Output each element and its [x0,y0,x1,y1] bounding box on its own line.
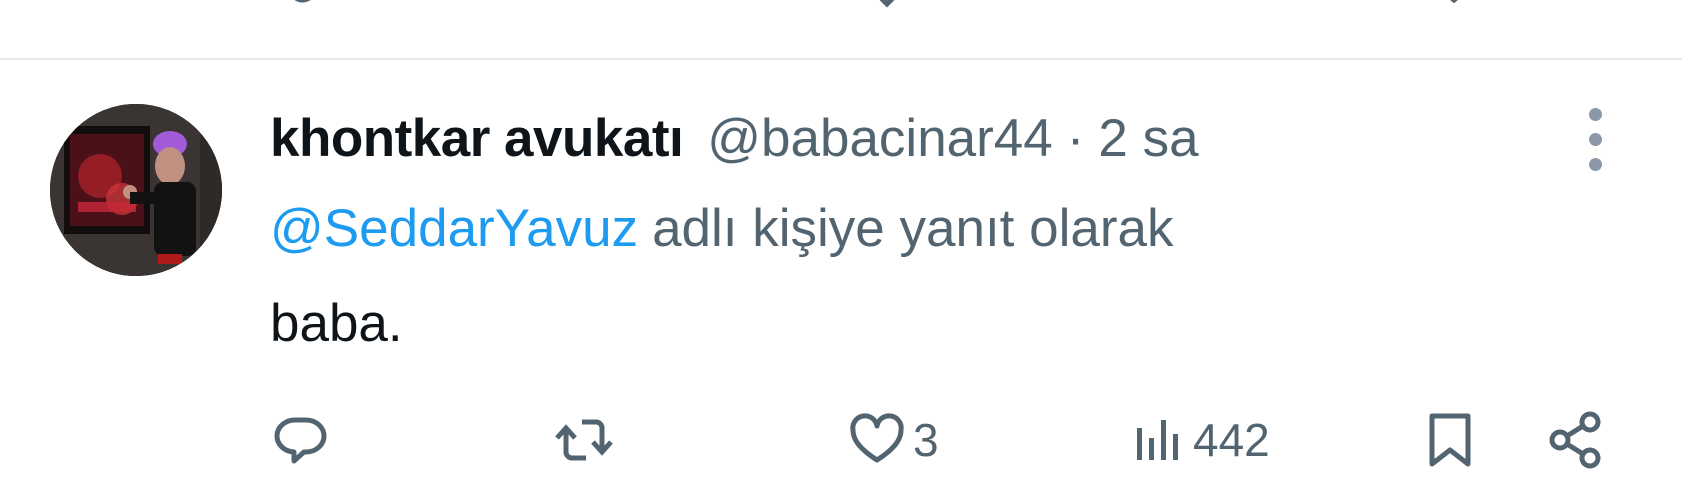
user-handle[interactable]: @babacinar44 [707,108,1053,169]
avatar[interactable] [50,104,222,276]
tweet-text: baba. [270,294,403,353]
bookmark-button[interactable] [1418,400,1482,480]
separator-dot: · [1066,108,1085,168]
reply-mention-link[interactable]: @SeddarYavuz [270,198,638,259]
retweet-button[interactable] [552,400,616,480]
views-button[interactable]: 442 [1125,400,1270,480]
more-dot [1589,158,1602,171]
views-icon [1137,420,1178,460]
heart-icon [850,413,904,463]
heart-icon[interactable] [855,0,919,18]
display-name[interactable]: khontkar avukatı [270,108,684,169]
share-icon [1549,411,1601,469]
tweet-actions: 3 442 [0,400,1682,480]
share-icon[interactable] [1550,0,1614,18]
reply-context-text: adlı kişiye yanıt olarak [652,198,1174,258]
retweet-icon [555,419,613,461]
bookmark-icon [1429,413,1471,467]
more-options-button[interactable] [1578,106,1614,176]
like-count: 3 [913,414,939,466]
reply-button[interactable] [268,400,332,480]
more-dot [1589,108,1602,121]
bookmark-icon[interactable] [1422,0,1486,18]
reply-icon[interactable] [270,0,334,18]
reply-context: @SeddarYavuz adlı kişiye yanıt olarak [270,190,1174,266]
timestamp[interactable]: 2 sa [1098,108,1198,169]
previous-tweet-actions [0,0,1682,18]
avatar-photo [50,104,222,276]
like-button[interactable]: 3 [845,400,939,480]
views-icon[interactable] [1135,0,1255,18]
share-button[interactable] [1544,400,1608,480]
views-count: 442 [1193,414,1270,466]
tweet-header: khontkar avukatı @babacinar44 · 2 sa [270,100,1199,176]
more-dot [1589,133,1602,146]
retweet-icon[interactable] [545,0,609,18]
reply-icon [274,417,327,464]
tweet-divider [0,58,1682,60]
